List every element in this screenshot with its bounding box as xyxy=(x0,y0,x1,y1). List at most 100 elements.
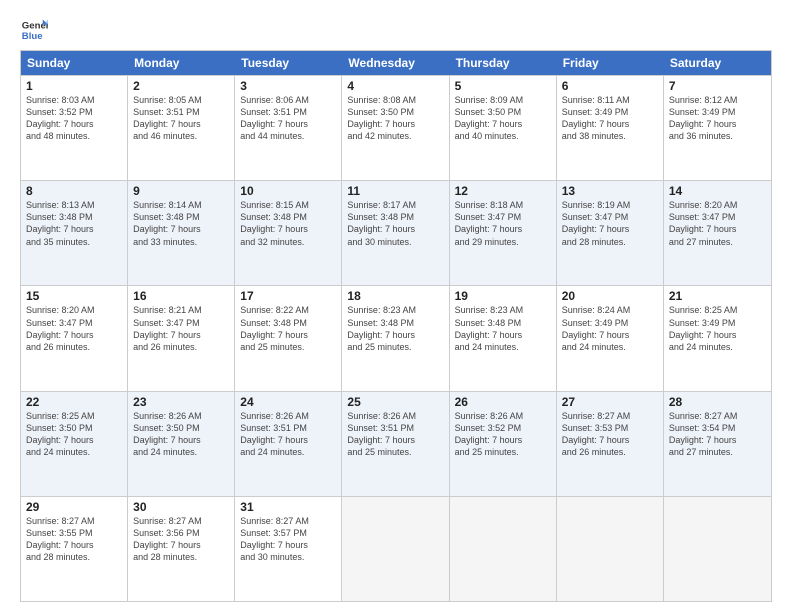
calendar-row: 1Sunrise: 8:03 AM Sunset: 3:52 PM Daylig… xyxy=(21,75,771,180)
calendar-cell: 15Sunrise: 8:20 AM Sunset: 3:47 PM Dayli… xyxy=(21,286,128,390)
weekday-header: Tuesday xyxy=(235,51,342,75)
day-info: Sunrise: 8:26 AM Sunset: 3:50 PM Dayligh… xyxy=(133,410,229,459)
calendar-cell xyxy=(664,497,771,601)
day-number: 27 xyxy=(562,395,658,409)
day-number: 6 xyxy=(562,79,658,93)
day-number: 3 xyxy=(240,79,336,93)
day-info: Sunrise: 8:08 AM Sunset: 3:50 PM Dayligh… xyxy=(347,94,443,143)
day-number: 11 xyxy=(347,184,443,198)
day-number: 20 xyxy=(562,289,658,303)
day-number: 12 xyxy=(455,184,551,198)
day-number: 4 xyxy=(347,79,443,93)
day-number: 5 xyxy=(455,79,551,93)
calendar-cell: 18Sunrise: 8:23 AM Sunset: 3:48 PM Dayli… xyxy=(342,286,449,390)
calendar-cell: 16Sunrise: 8:21 AM Sunset: 3:47 PM Dayli… xyxy=(128,286,235,390)
day-number: 10 xyxy=(240,184,336,198)
day-number: 8 xyxy=(26,184,122,198)
calendar-cell: 13Sunrise: 8:19 AM Sunset: 3:47 PM Dayli… xyxy=(557,181,664,285)
weekday-header: Friday xyxy=(557,51,664,75)
day-info: Sunrise: 8:03 AM Sunset: 3:52 PM Dayligh… xyxy=(26,94,122,143)
day-info: Sunrise: 8:09 AM Sunset: 3:50 PM Dayligh… xyxy=(455,94,551,143)
day-info: Sunrise: 8:17 AM Sunset: 3:48 PM Dayligh… xyxy=(347,199,443,248)
day-info: Sunrise: 8:26 AM Sunset: 3:52 PM Dayligh… xyxy=(455,410,551,459)
day-number: 26 xyxy=(455,395,551,409)
day-number: 24 xyxy=(240,395,336,409)
calendar-cell: 24Sunrise: 8:26 AM Sunset: 3:51 PM Dayli… xyxy=(235,392,342,496)
calendar-cell xyxy=(450,497,557,601)
calendar-row: 8Sunrise: 8:13 AM Sunset: 3:48 PM Daylig… xyxy=(21,180,771,285)
day-number: 25 xyxy=(347,395,443,409)
calendar-cell: 5Sunrise: 8:09 AM Sunset: 3:50 PM Daylig… xyxy=(450,76,557,180)
day-number: 2 xyxy=(133,79,229,93)
calendar-cell: 25Sunrise: 8:26 AM Sunset: 3:51 PM Dayli… xyxy=(342,392,449,496)
calendar-cell: 22Sunrise: 8:25 AM Sunset: 3:50 PM Dayli… xyxy=(21,392,128,496)
weekday-header: Monday xyxy=(128,51,235,75)
calendar-cell: 28Sunrise: 8:27 AM Sunset: 3:54 PM Dayli… xyxy=(664,392,771,496)
day-info: Sunrise: 8:26 AM Sunset: 3:51 PM Dayligh… xyxy=(240,410,336,459)
calendar-cell: 30Sunrise: 8:27 AM Sunset: 3:56 PM Dayli… xyxy=(128,497,235,601)
calendar-cell: 6Sunrise: 8:11 AM Sunset: 3:49 PM Daylig… xyxy=(557,76,664,180)
day-info: Sunrise: 8:25 AM Sunset: 3:49 PM Dayligh… xyxy=(669,304,766,353)
day-number: 22 xyxy=(26,395,122,409)
page: General Blue SundayMondayTuesdayWednesda… xyxy=(0,0,792,612)
header: General Blue xyxy=(20,16,772,44)
calendar-header: SundayMondayTuesdayWednesdayThursdayFrid… xyxy=(21,51,771,75)
weekday-header: Saturday xyxy=(664,51,771,75)
weekday-header: Sunday xyxy=(21,51,128,75)
logo-icon: General Blue xyxy=(20,16,48,44)
svg-text:Blue: Blue xyxy=(22,31,43,42)
calendar-body: 1Sunrise: 8:03 AM Sunset: 3:52 PM Daylig… xyxy=(21,75,771,601)
day-number: 23 xyxy=(133,395,229,409)
day-number: 9 xyxy=(133,184,229,198)
day-info: Sunrise: 8:13 AM Sunset: 3:48 PM Dayligh… xyxy=(26,199,122,248)
calendar-cell: 12Sunrise: 8:18 AM Sunset: 3:47 PM Dayli… xyxy=(450,181,557,285)
day-number: 16 xyxy=(133,289,229,303)
calendar-row: 22Sunrise: 8:25 AM Sunset: 3:50 PM Dayli… xyxy=(21,391,771,496)
day-info: Sunrise: 8:19 AM Sunset: 3:47 PM Dayligh… xyxy=(562,199,658,248)
day-number: 19 xyxy=(455,289,551,303)
calendar-cell xyxy=(557,497,664,601)
day-number: 15 xyxy=(26,289,122,303)
day-info: Sunrise: 8:23 AM Sunset: 3:48 PM Dayligh… xyxy=(455,304,551,353)
day-info: Sunrise: 8:24 AM Sunset: 3:49 PM Dayligh… xyxy=(562,304,658,353)
day-info: Sunrise: 8:27 AM Sunset: 3:56 PM Dayligh… xyxy=(133,515,229,564)
day-number: 21 xyxy=(669,289,766,303)
calendar-cell: 23Sunrise: 8:26 AM Sunset: 3:50 PM Dayli… xyxy=(128,392,235,496)
day-info: Sunrise: 8:18 AM Sunset: 3:47 PM Dayligh… xyxy=(455,199,551,248)
day-number: 31 xyxy=(240,500,336,514)
day-info: Sunrise: 8:22 AM Sunset: 3:48 PM Dayligh… xyxy=(240,304,336,353)
day-number: 17 xyxy=(240,289,336,303)
day-info: Sunrise: 8:15 AM Sunset: 3:48 PM Dayligh… xyxy=(240,199,336,248)
calendar-cell: 1Sunrise: 8:03 AM Sunset: 3:52 PM Daylig… xyxy=(21,76,128,180)
calendar-cell: 26Sunrise: 8:26 AM Sunset: 3:52 PM Dayli… xyxy=(450,392,557,496)
day-info: Sunrise: 8:27 AM Sunset: 3:54 PM Dayligh… xyxy=(669,410,766,459)
day-info: Sunrise: 8:14 AM Sunset: 3:48 PM Dayligh… xyxy=(133,199,229,248)
day-info: Sunrise: 8:05 AM Sunset: 3:51 PM Dayligh… xyxy=(133,94,229,143)
day-number: 13 xyxy=(562,184,658,198)
day-info: Sunrise: 8:26 AM Sunset: 3:51 PM Dayligh… xyxy=(347,410,443,459)
calendar-cell: 9Sunrise: 8:14 AM Sunset: 3:48 PM Daylig… xyxy=(128,181,235,285)
day-info: Sunrise: 8:25 AM Sunset: 3:50 PM Dayligh… xyxy=(26,410,122,459)
calendar-cell: 21Sunrise: 8:25 AM Sunset: 3:49 PM Dayli… xyxy=(664,286,771,390)
day-number: 29 xyxy=(26,500,122,514)
day-info: Sunrise: 8:20 AM Sunset: 3:47 PM Dayligh… xyxy=(669,199,766,248)
day-info: Sunrise: 8:27 AM Sunset: 3:57 PM Dayligh… xyxy=(240,515,336,564)
weekday-header: Thursday xyxy=(450,51,557,75)
calendar-cell: 4Sunrise: 8:08 AM Sunset: 3:50 PM Daylig… xyxy=(342,76,449,180)
day-info: Sunrise: 8:27 AM Sunset: 3:53 PM Dayligh… xyxy=(562,410,658,459)
day-info: Sunrise: 8:12 AM Sunset: 3:49 PM Dayligh… xyxy=(669,94,766,143)
calendar-cell: 14Sunrise: 8:20 AM Sunset: 3:47 PM Dayli… xyxy=(664,181,771,285)
calendar-cell: 27Sunrise: 8:27 AM Sunset: 3:53 PM Dayli… xyxy=(557,392,664,496)
calendar-cell: 8Sunrise: 8:13 AM Sunset: 3:48 PM Daylig… xyxy=(21,181,128,285)
day-number: 28 xyxy=(669,395,766,409)
day-info: Sunrise: 8:23 AM Sunset: 3:48 PM Dayligh… xyxy=(347,304,443,353)
calendar-cell: 19Sunrise: 8:23 AM Sunset: 3:48 PM Dayli… xyxy=(450,286,557,390)
day-number: 18 xyxy=(347,289,443,303)
day-number: 14 xyxy=(669,184,766,198)
day-number: 30 xyxy=(133,500,229,514)
calendar-cell: 2Sunrise: 8:05 AM Sunset: 3:51 PM Daylig… xyxy=(128,76,235,180)
calendar-row: 15Sunrise: 8:20 AM Sunset: 3:47 PM Dayli… xyxy=(21,285,771,390)
day-number: 1 xyxy=(26,79,122,93)
day-info: Sunrise: 8:11 AM Sunset: 3:49 PM Dayligh… xyxy=(562,94,658,143)
calendar-cell: 29Sunrise: 8:27 AM Sunset: 3:55 PM Dayli… xyxy=(21,497,128,601)
